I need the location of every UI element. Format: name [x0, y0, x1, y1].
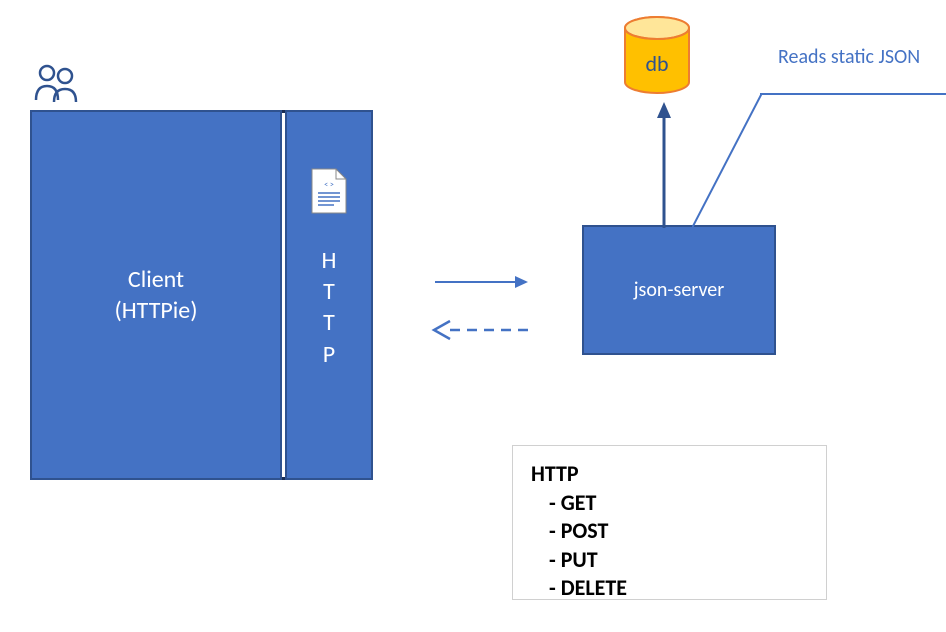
- http-method-item: - GET: [531, 489, 808, 518]
- http-method-item: - DELETE: [531, 574, 808, 603]
- client-label: Client (HTTPie): [114, 264, 197, 326]
- http-methods-box: HTTP - GET - POST - PUT - DELETE: [512, 445, 827, 600]
- http-column-box: < > H T T P: [285, 110, 373, 480]
- server-to-db-arrow-icon: [654, 100, 674, 230]
- code-file-icon: < >: [310, 167, 348, 215]
- http-methods-title: HTTP: [531, 460, 808, 489]
- reads-annotation-connector: [692, 93, 842, 233]
- reads-json-label: Reads static JSON: [778, 45, 920, 69]
- response-arrow-icon: [428, 318, 533, 342]
- server-label: json-server: [634, 278, 724, 302]
- client-box: Client (HTTPie): [30, 110, 282, 480]
- http-method-item: - POST: [531, 517, 808, 546]
- server-box: json-server: [582, 225, 776, 355]
- db-label: db: [622, 50, 692, 77]
- svg-text:< >: < >: [324, 180, 334, 190]
- users-icon: [32, 62, 84, 104]
- http-method-item: - PUT: [531, 546, 808, 575]
- http-vertical-label: H T T P: [322, 245, 337, 370]
- request-arrow-icon: [430, 272, 530, 292]
